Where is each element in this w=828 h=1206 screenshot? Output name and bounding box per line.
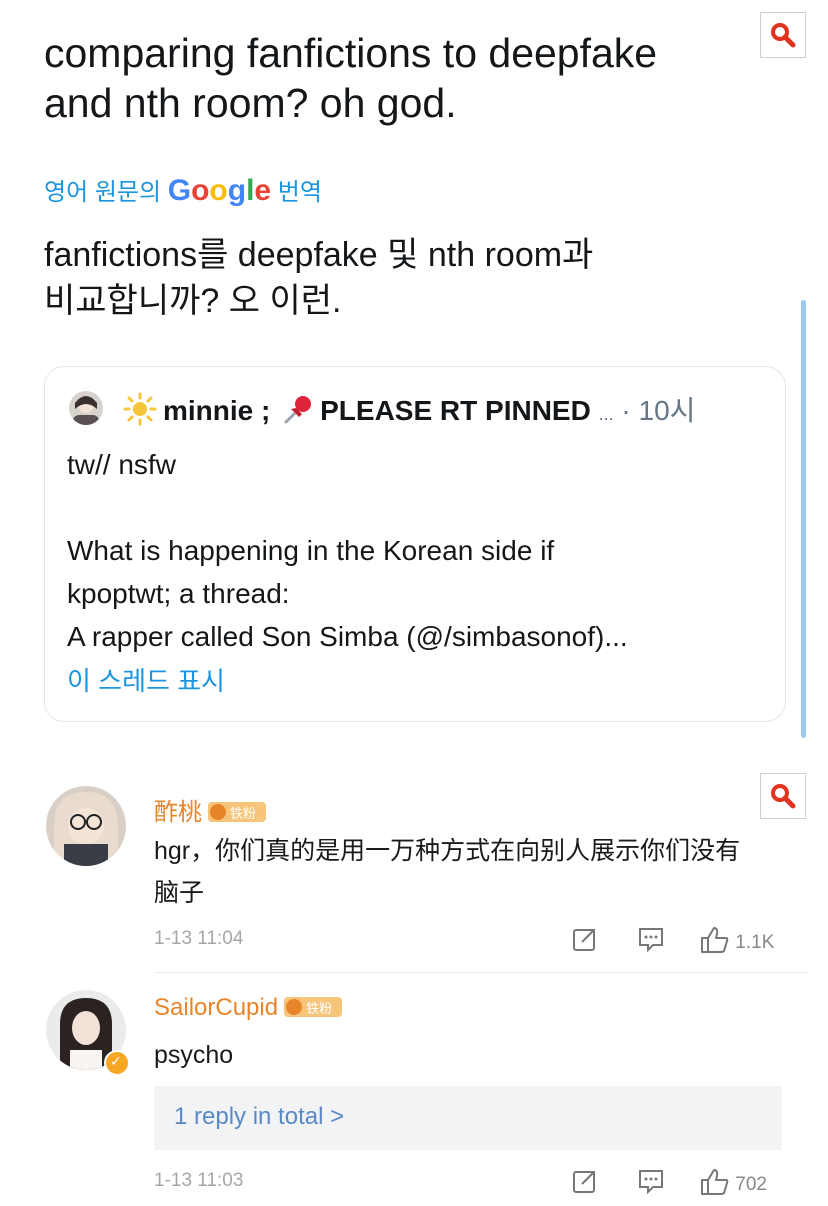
comment-button[interactable] [637, 1168, 665, 1199]
comment-text: psycho [154, 1041, 234, 1069]
pushpin-icon [284, 396, 312, 424]
like-button[interactable]: 702 [700, 1168, 767, 1196]
separator: · [621, 395, 631, 426]
share-button[interactable] [572, 926, 598, 957]
like-count: 1.1K [735, 932, 775, 953]
ellipsis: ... [598, 404, 614, 424]
tweet-text-line: comparing fanfictions to deepfake [44, 30, 658, 76]
quoted-tweet-card[interactable]: minnie ; PLEASE RT PINNED ... · 10시 tw//… [44, 366, 786, 722]
translate-link[interactable]: 영어 원문의 Google 번역 [44, 172, 322, 208]
like-button[interactable]: 1.1K [700, 926, 774, 954]
google-logo: Google [167, 174, 272, 207]
quoted-line: A rapper called Son Simba (@/simbasonof)… [67, 621, 628, 652]
search-button[interactable] [760, 12, 806, 58]
sun-icon [123, 392, 157, 426]
reply-summary-box[interactable]: 1 reply in total > [154, 1086, 782, 1150]
thumbs-up-icon [701, 1169, 729, 1195]
quoted-pinned-text: PLEASE RT PINNED [320, 395, 591, 426]
share-button[interactable] [572, 1168, 598, 1199]
quoted-line: kpoptwt; a thread: [67, 578, 290, 609]
fan-badge: 铁粉 [284, 996, 343, 1017]
translated-line: 비교합니까? 오 이런. [44, 282, 342, 320]
fan-badge: 铁粉 [208, 801, 266, 822]
like-count: 702 [735, 1174, 767, 1195]
tweet-text-line: and nth room? oh god. [44, 80, 457, 126]
quoted-author-name: minnie ; [163, 395, 271, 426]
search-button[interactable] [760, 773, 806, 819]
comment-icon [639, 1170, 663, 1195]
verified-icon [104, 1050, 130, 1076]
comment-author[interactable]: SailorCupid 铁粉 [154, 994, 343, 1022]
magnifier-icon [771, 784, 796, 809]
quoted-line: tw// nsfw [67, 449, 176, 480]
share-icon [573, 929, 595, 951]
share-icon [573, 1171, 595, 1193]
quoted-line: What is happening in the Korean side if [67, 535, 555, 566]
reply-summary-link[interactable]: 1 reply in total > [174, 1103, 344, 1131]
quoted-body: tw// nsfw What is happening in the Korea… [67, 443, 767, 658]
translated-line: fanfictions를 deepfake 및 nth room과 [44, 236, 594, 274]
comment-button[interactable] [637, 926, 665, 957]
quoted-header: minnie ; PLEASE RT PINNED ... · 10시 [123, 389, 695, 429]
translate-suffix: 번역 [277, 179, 322, 206]
comment-time: 1-13 11:03 [154, 1170, 244, 1191]
magnifier-icon [771, 23, 796, 48]
tweet-text: comparing fanfictions to deepfake and nt… [44, 28, 804, 128]
thumbs-up-icon [701, 927, 729, 953]
comment-time: 1-13 11:04 [154, 928, 244, 949]
scrollbar[interactable] [801, 300, 806, 738]
divider [154, 972, 808, 973]
quoted-time: 10시 [638, 395, 696, 426]
avatar[interactable] [46, 786, 126, 866]
comment-text: hgr，你们真的是用一万种方式在向别人展示你们没有 脑子 [154, 837, 741, 907]
avatar [69, 391, 103, 425]
translate-prefix: 영어 원문의 [44, 179, 162, 206]
show-thread-link[interactable]: 이 스레드 표시 [67, 661, 225, 698]
comment-icon [639, 928, 663, 953]
comment-author[interactable]: 酢桃 铁粉 [154, 792, 266, 827]
translated-text: fanfictions를 deepfake 및 nth room과 비교합니까?… [44, 232, 764, 324]
